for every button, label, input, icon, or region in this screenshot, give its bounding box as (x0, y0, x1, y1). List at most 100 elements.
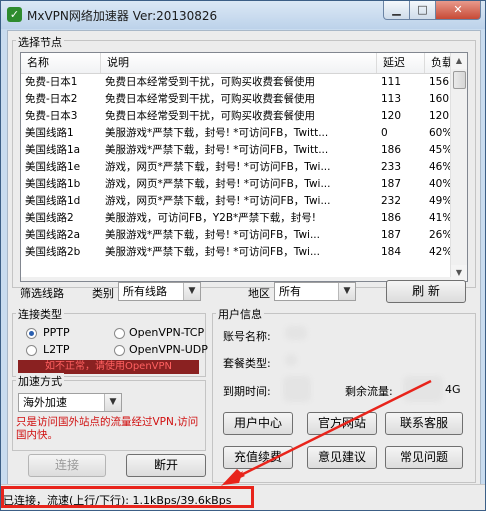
table-row[interactable]: 美国线路1 美服游戏*严禁下载，封号! *可访问FB，Twitt... 0 60% (21, 125, 452, 142)
node-group-label: 选择节点 (16, 34, 64, 50)
expire-value-redacted (283, 376, 311, 402)
refresh-button[interactable]: 刷 新 (386, 280, 466, 303)
traffic-value-redacted (403, 376, 443, 402)
chevron-down-icon[interactable]: ▼ (183, 283, 200, 300)
cell-desc: 免费日本经常受到干扰，可购买收费套餐使用 (105, 110, 315, 122)
close-button[interactable]: ✕ (435, 1, 481, 20)
pptp-radio[interactable] (26, 328, 37, 339)
contact-support-button[interactable]: 联系客服 (385, 412, 463, 435)
table-row[interactable]: 美国线路2a 美服游戏*严禁下载，封号! *可访问FB，Twi... 187 26% (21, 227, 452, 244)
cell-delay: 113 (381, 93, 402, 105)
cell-desc: 美服游戏*严禁下载，封号! *可访问FB，Twi... (105, 229, 320, 241)
account-label: 账号名称: (223, 330, 271, 343)
col-header-delay[interactable]: 延迟 (377, 53, 425, 73)
accel-group: 海外加速 ▼ 只是访问国外站点的流量经过VPN,访问国内快。 (12, 380, 206, 451)
app-window: ✓ MxVPN网络加速器 Ver:20130826 ▁ □ ✕ 选择节点 名称 … (0, 0, 486, 511)
cell-desc: 游戏，网页*严禁下载，封号! *可访问FB，Twi... (105, 161, 331, 173)
region-select[interactable]: 所有 ▼ (274, 282, 356, 301)
region-label: 地区 (248, 287, 270, 300)
scroll-up-icon[interactable]: ▲ (451, 53, 467, 69)
traffic-suffix: 4G (445, 383, 461, 396)
filter-label: 筛选线路 (20, 287, 64, 300)
cell-delay: 186 (381, 144, 402, 156)
region-select-value: 所有 (279, 285, 301, 298)
l2tp-radio[interactable] (26, 345, 37, 356)
cell-desc: 游戏，网页*严禁下载，封号! *可访问FB，Twi... (105, 195, 331, 207)
cell-name: 美国线路1b (25, 178, 81, 190)
official-site-button[interactable]: 官方网站 (307, 412, 377, 435)
cell-name: 美国线路1a (25, 144, 81, 156)
cell-name: 美国线路1d (25, 195, 81, 207)
accel-label: 加速方式 (16, 373, 64, 389)
client-area: 选择节点 名称 说明 延迟 负载 免费-日本1 免费日本经常受到干扰，可购买收费套… (7, 30, 481, 506)
cell-desc: 免费日本经常受到干扰，可购买收费套餐使用 (105, 76, 315, 88)
user-info-label: 用户信息 (216, 306, 264, 322)
cell-delay: 184 (381, 246, 402, 258)
faq-button[interactable]: 常见问题 (385, 446, 463, 469)
title-bar[interactable]: ✓ MxVPN网络加速器 Ver:20130826 ▁ □ ✕ (1, 1, 485, 29)
cell-desc: 免费日本经常受到干扰，可购买收费套餐使用 (105, 93, 315, 105)
account-value-redacted (285, 326, 307, 340)
vertical-scrollbar[interactable]: ▲ ▼ (450, 53, 467, 281)
table-row[interactable]: 免费-日本3 免费日本经常受到干扰，可购买收费套餐使用 120 120 (21, 108, 451, 125)
cell-name: 免费-日本2 (25, 93, 78, 105)
table-row[interactable]: 免费-日本1 免费日本经常受到干扰，可购买收费套餐使用 111 156 (21, 74, 451, 91)
cell-name: 美国线路2a (25, 229, 81, 241)
user-center-button[interactable]: 用户中心 (223, 412, 293, 435)
cell-desc: 美服游戏*严禁下载，封号! *可访问FB，Twi... (105, 246, 320, 258)
cell-name: 免费-日本3 (25, 110, 78, 122)
app-logo-icon: ✓ (7, 7, 22, 22)
chevron-down-icon[interactable]: ▼ (338, 283, 355, 300)
expire-label: 到期时间: (223, 385, 271, 398)
scroll-down-icon[interactable]: ▼ (451, 265, 467, 281)
connection-type-label: 连接类型 (16, 306, 64, 322)
table-row[interactable]: 美国线路1a 美服游戏*严禁下载，封号! *可访问FB，Twitt... 186 45… (21, 142, 452, 159)
type-select-value: 所有线路 (123, 285, 167, 298)
package-label: 套餐类型: (223, 357, 271, 370)
maximize-button[interactable]: □ (409, 1, 436, 20)
type-label: 类别 (92, 287, 114, 300)
table-row[interactable]: 美国线路2b 美服游戏*严禁下载，封号! *可访问FB，Twi... 184 42% (21, 244, 452, 261)
cell-delay: 233 (381, 161, 402, 173)
l2tp-label: L2TP (43, 343, 70, 356)
cell-name: 免费-日本1 (25, 76, 78, 88)
openvpn-tcp-label: OpenVPN-TCP (129, 326, 205, 339)
cell-desc: 美服游戏*严禁下载，封号! *可访问FB，Twitt... (105, 127, 329, 139)
col-header-name[interactable]: 名称 (21, 53, 101, 73)
disconnect-button[interactable]: 断开 (126, 454, 206, 477)
chevron-down-icon[interactable]: ▼ (104, 394, 121, 411)
cell-delay: 186 (381, 212, 402, 224)
type-select[interactable]: 所有线路 ▼ (118, 282, 201, 301)
traffic-label: 剩余流量: (345, 385, 393, 398)
cell-delay: 111 (381, 76, 402, 88)
col-header-desc[interactable]: 说明 (101, 53, 377, 73)
table-row[interactable]: 美国线路1d 游戏，网页*严禁下载，封号! *可访问FB，Twi... 232 49% (21, 193, 452, 210)
table-row[interactable]: 免费-日本2 免费日本经常受到干扰，可购买收费套餐使用 113 160 (21, 91, 451, 108)
cell-desc: 游戏，网页*严禁下载，封号! *可访问FB，Twi... (105, 178, 331, 190)
scroll-thumb[interactable] (453, 71, 466, 89)
accel-select-value: 海外加速 (23, 396, 67, 409)
cell-delay: 187 (381, 229, 402, 241)
user-info-group: 账号名称: 套餐类型: 到期时间: 剩余流量: 4G 用户中心 官方网站 联系客… (212, 313, 476, 483)
node-list[interactable]: 名称 说明 延迟 负载 免费-日本1 免费日本经常受到干扰，可购买收费套餐使用 11… (20, 52, 468, 282)
cell-delay: 120 (381, 110, 402, 122)
table-row[interactable]: 美国线路1b 游戏，网页*严禁下载，封号! *可访问FB，Twi... 187 40% (21, 176, 452, 193)
recharge-button[interactable]: 充值续费 (223, 446, 293, 469)
openvpn-udp-radio[interactable] (114, 345, 125, 356)
node-rows: 免费-日本1 免费日本经常受到干扰，可购买收费套餐使用 111 156 免费-日本2 免费… (21, 74, 452, 261)
accel-note: 只是访问国外站点的流量经过VPN,访问国内快。 (16, 416, 199, 441)
cell-delay: 0 (381, 127, 388, 139)
feedback-button[interactable]: 意见建议 (307, 446, 377, 469)
pptp-label: PPTP (43, 326, 70, 339)
connect-button[interactable]: 连接 (28, 454, 106, 477)
status-highlight-box (1, 486, 254, 508)
cell-name: 美国线路1 (25, 127, 74, 139)
openvpn-warning: 如不正常，请使用OpenVPN (18, 360, 199, 374)
table-row[interactable]: 美国线路1e 游戏，网页*严禁下载，封号! *可访问FB，Twi... 233 46% (21, 159, 452, 176)
cell-name: 美国线路2b (25, 246, 81, 258)
openvpn-tcp-radio[interactable] (114, 328, 125, 339)
cell-desc: 美服游戏*严禁下载，封号! *可访问FB，Twitt... (105, 144, 329, 156)
accel-select[interactable]: 海外加速 ▼ (18, 393, 122, 412)
minimize-button[interactable]: ▁ (383, 1, 410, 20)
table-row[interactable]: 美国线路2 美服游戏，可访问FB，Y2B*严禁下载，封号! 186 41% (21, 210, 452, 227)
